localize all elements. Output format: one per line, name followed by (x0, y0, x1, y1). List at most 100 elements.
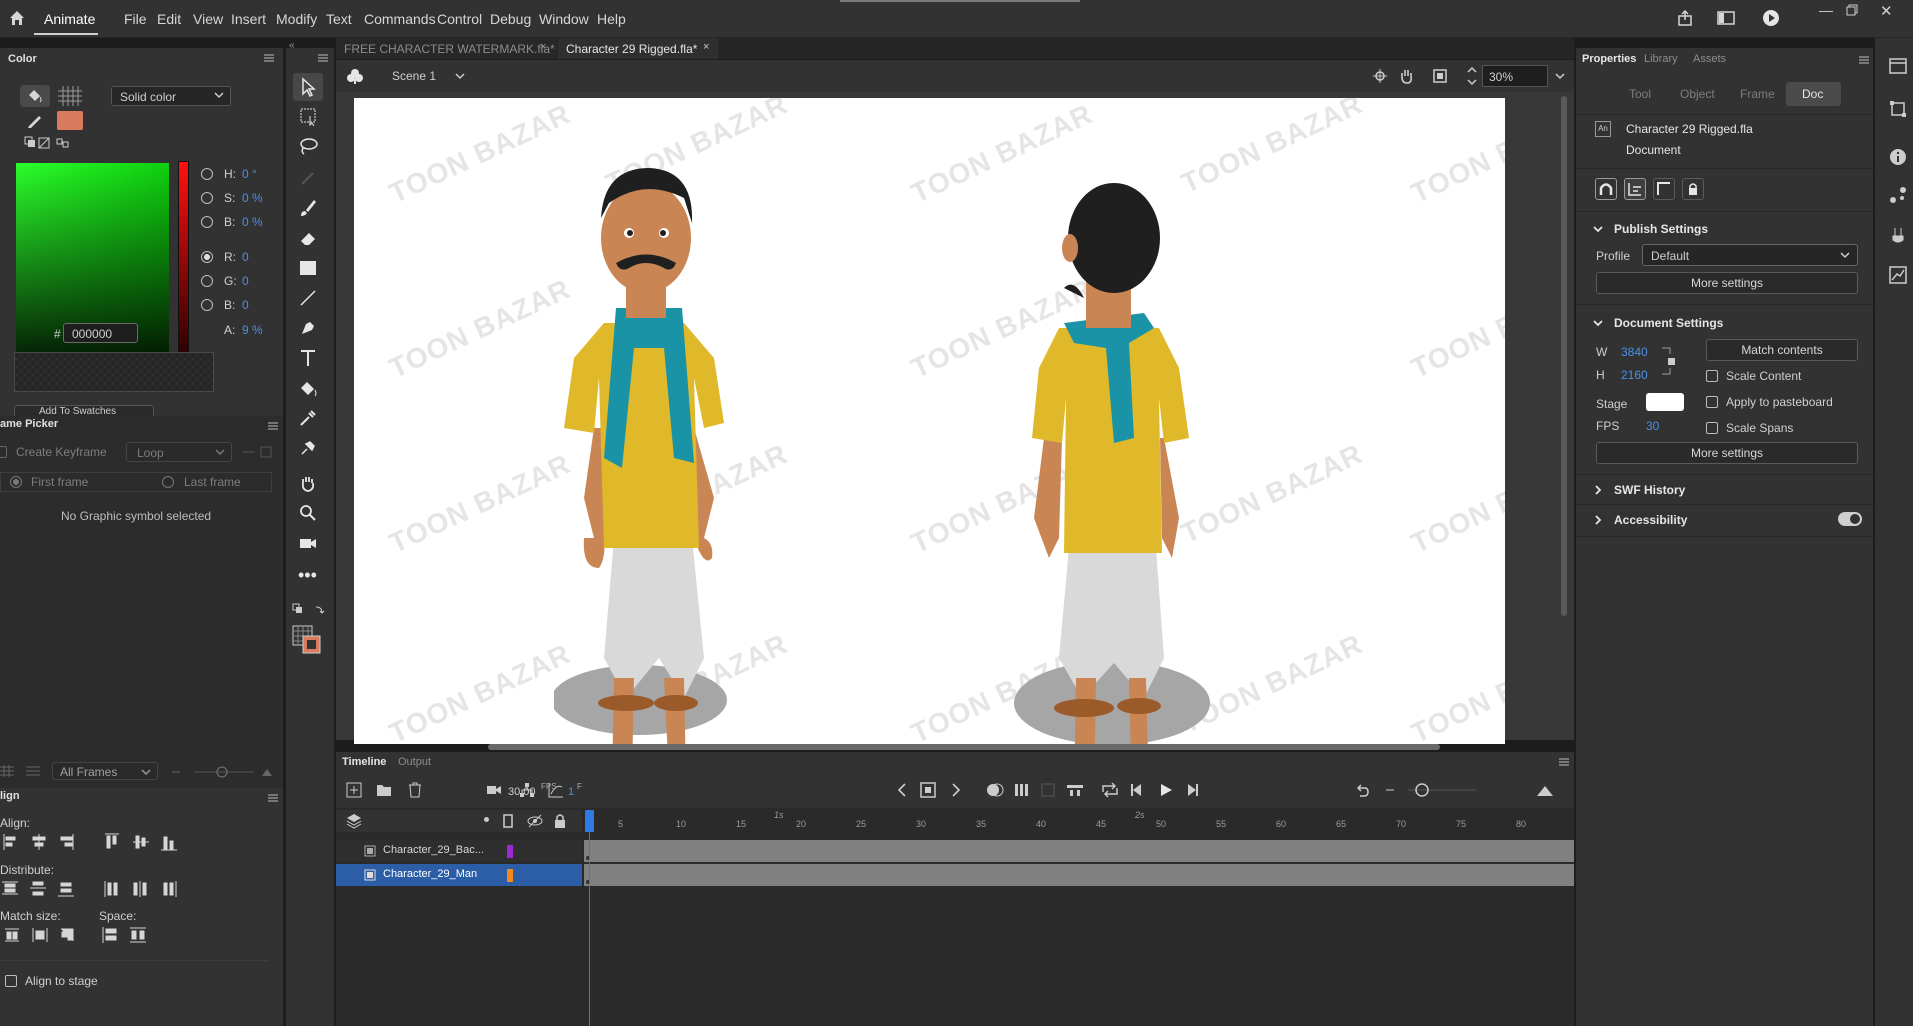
menu-commands[interactable]: Commands (364, 11, 436, 27)
scene-icon[interactable] (346, 67, 364, 85)
step-forward-icon[interactable] (1184, 782, 1200, 798)
layer-row-selected[interactable]: Character_29_Man (336, 864, 582, 886)
menu-modify[interactable]: Modify (276, 11, 317, 27)
layer-name[interactable]: Character_29_Bac... (383, 844, 484, 856)
highlight-dot-icon[interactable] (484, 817, 489, 822)
rotation-icon[interactable] (1398, 67, 1416, 85)
panel-menu-icon[interactable] (268, 422, 278, 430)
timeline-resize-icon[interactable] (1536, 782, 1554, 798)
current-frame[interactable]: 1 (568, 786, 574, 798)
scale-spans-checkbox[interactable] (1706, 422, 1718, 434)
menu-control[interactable]: Control (437, 11, 482, 27)
eyedropper-icon[interactable] (298, 408, 322, 432)
frame-ruler[interactable]: 1s 2s 5 10 15 20 25 30 35 40 45 50 55 60… (584, 810, 1574, 832)
motion-presets-icon[interactable] (1889, 186, 1907, 204)
s-radio[interactable] (201, 192, 213, 204)
tab-character-29-rigged[interactable]: Character 29 Rigged.fla* × (558, 38, 718, 59)
text-tool-icon[interactable] (298, 348, 322, 372)
line-tool-icon[interactable] (298, 288, 322, 312)
fill-color-swatch[interactable] (57, 111, 83, 130)
playhead[interactable] (585, 810, 594, 832)
frame-track[interactable] (584, 840, 1574, 862)
home-icon[interactable] (8, 9, 26, 27)
b-radio[interactable] (201, 216, 213, 228)
info-icon[interactable] (1889, 148, 1907, 166)
guides-icon[interactable] (1624, 178, 1646, 200)
chevron-right-icon[interactable] (1592, 514, 1604, 526)
timeline-zoom-slider[interactable] (1386, 782, 1496, 798)
chevron-down-icon[interactable] (1592, 223, 1604, 235)
code-snippets-icon[interactable] (1889, 226, 1907, 246)
layer-color-swatch[interactable] (507, 845, 513, 858)
swf-history-header[interactable]: SWF History (1614, 483, 1685, 497)
loop-dropdown[interactable]: Loop (126, 442, 232, 462)
stroke-fill-swatch[interactable] (292, 625, 322, 655)
all-frames-dropdown[interactable]: All Frames (52, 762, 158, 780)
r-radio[interactable] (201, 251, 213, 263)
publish-more-settings-button[interactable]: More settings (1596, 272, 1858, 294)
tab-free-character[interactable]: FREE CHARACTER WATERMARK.fla* × (336, 38, 556, 59)
accessibility-header[interactable]: Accessibility (1614, 513, 1687, 527)
camera-icon[interactable] (486, 783, 502, 797)
layer-name[interactable]: Character_29_Man (383, 868, 477, 880)
apply-pasteboard-checkbox[interactable] (1706, 396, 1718, 408)
menu-text[interactable]: Text (326, 11, 352, 27)
panel-menu-icon[interactable] (264, 54, 274, 62)
new-layer-icon[interactable] (346, 782, 362, 798)
outline-icon[interactable] (502, 813, 514, 829)
profile-dropdown[interactable]: Default (1642, 244, 1858, 266)
r-value[interactable]: 0 (242, 250, 249, 264)
visibility-icon[interactable] (527, 813, 543, 829)
pin-tool-icon[interactable] (298, 438, 322, 462)
menu-view[interactable]: View (193, 11, 223, 27)
link-dimensions-icon[interactable] (1662, 346, 1676, 376)
insert-keyframe-icon[interactable] (920, 782, 936, 798)
paint-bucket-icon[interactable] (298, 378, 322, 402)
blue-radio[interactable] (201, 299, 213, 311)
next-keyframe-icon[interactable] (950, 782, 962, 798)
character-back[interactable] (1014, 98, 1214, 744)
h-value[interactable]: 0 ° (242, 167, 257, 181)
first-frame-radio[interactable] (10, 476, 22, 488)
lock-guides-icon[interactable] (1682, 178, 1704, 200)
zoom-tool-icon[interactable] (298, 503, 322, 527)
components-icon[interactable] (1889, 58, 1907, 74)
layers-icon[interactable] (346, 813, 362, 829)
fps-value[interactable]: 30.00 (508, 786, 536, 798)
stage-color-swatch[interactable] (1646, 393, 1684, 411)
tab-properties[interactable]: Properties (1582, 53, 1636, 65)
document-more-settings-button[interactable]: More settings (1596, 442, 1858, 464)
menu-insert[interactable]: Insert (231, 11, 266, 27)
subtab-doc[interactable]: Doc (1786, 82, 1841, 106)
tab-timeline[interactable]: Timeline (342, 756, 386, 768)
free-transform-icon[interactable] (298, 106, 322, 130)
grid-view-icon[interactable] (0, 765, 14, 777)
stage-vertical-scrollbar[interactable] (1561, 96, 1567, 616)
lock-icon[interactable] (553, 813, 567, 829)
lasso-tool-icon[interactable] (298, 136, 322, 160)
space-icons[interactable] (100, 926, 150, 944)
clip-content-icon[interactable] (1432, 68, 1448, 84)
subtab-object[interactable]: Object (1680, 87, 1715, 101)
accessibility-toggle[interactable] (1838, 512, 1862, 526)
workspace-icon[interactable] (1717, 10, 1735, 26)
chevron-down-icon[interactable] (1592, 317, 1604, 329)
link-icon[interactable] (243, 446, 273, 458)
zoom-stepper-icon[interactable] (1466, 64, 1478, 88)
loop-playback-icon[interactable] (1101, 782, 1119, 798)
transform-icon[interactable] (1889, 100, 1907, 118)
align-icons[interactable] (2, 833, 177, 851)
center-stage-icon[interactable] (1372, 68, 1388, 84)
publish-settings-header[interactable]: Publish Settings (1614, 222, 1708, 236)
edit-multiple-frames-icon[interactable] (1014, 782, 1030, 798)
g-value[interactable]: 0 (242, 274, 249, 288)
stage-horizontal-scrollbar[interactable] (488, 744, 1440, 750)
close-window-icon[interactable]: ✕ (1880, 2, 1893, 20)
document-settings-header[interactable]: Document Settings (1614, 316, 1723, 330)
s-value[interactable]: 0 % (242, 191, 263, 205)
camera-tool-icon[interactable] (298, 533, 322, 557)
close-tab-icon[interactable]: × (540, 41, 546, 53)
tab-library[interactable]: Library (1644, 53, 1678, 65)
match-size-icons[interactable] (4, 926, 74, 944)
tools-menu-icon[interactable] (318, 54, 328, 62)
